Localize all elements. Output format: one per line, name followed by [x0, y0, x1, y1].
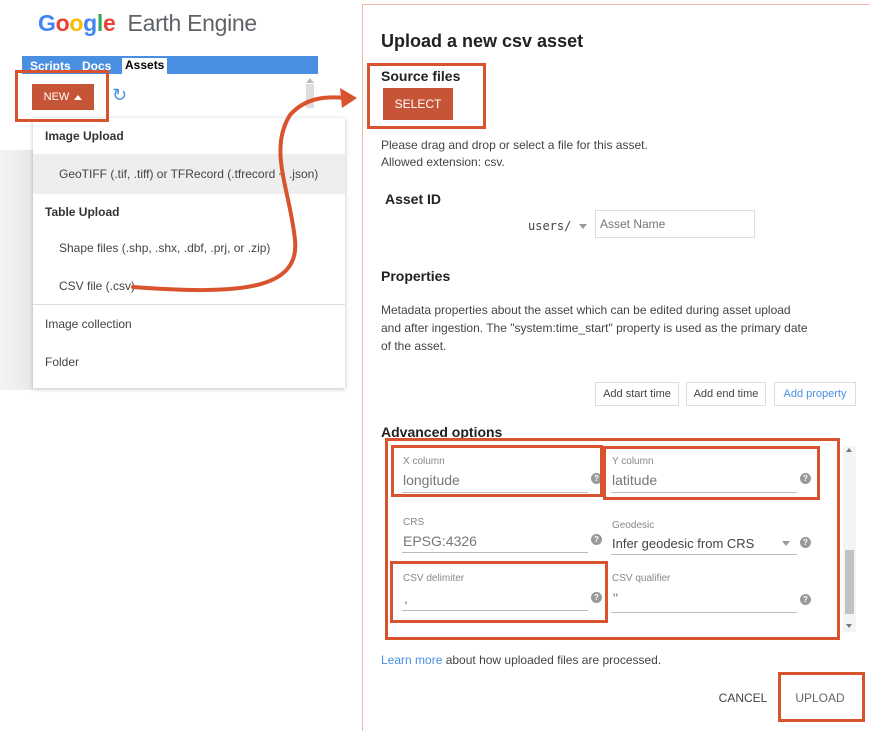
x-column-label: X column — [403, 456, 445, 467]
google-wordmark: Google — [38, 10, 116, 36]
x-column-input[interactable]: longitude — [403, 472, 460, 488]
csv-qualifier-label: CSV qualifier — [612, 573, 671, 584]
menu-divider — [33, 304, 345, 305]
menu-header-table-upload: Table Upload — [45, 205, 120, 219]
scrollbar-thumb[interactable] — [845, 550, 854, 614]
menu-item-shape-files[interactable]: Shape files (.shp, .shx, .dbf, .prj, or … — [33, 238, 345, 258]
y-column-input[interactable]: latitude — [612, 472, 657, 488]
help-icon[interactable]: ? — [800, 537, 811, 548]
csv-qualifier-input[interactable]: " — [613, 590, 618, 606]
tab-assets[interactable]: Assets — [122, 58, 168, 74]
help-icon[interactable]: ? — [800, 473, 811, 484]
upload-button[interactable]: UPLOAD — [790, 688, 850, 708]
add-property-button[interactable]: Add property — [774, 382, 856, 406]
scroll-down-icon[interactable] — [846, 624, 852, 628]
chevron-down-icon[interactable] — [782, 541, 790, 546]
background-panel — [0, 150, 33, 390]
add-end-time-button[interactable]: Add end time — [686, 382, 766, 406]
new-button-label: NEW — [43, 91, 70, 103]
learn-more-text: Learn more about how uploaded files are … — [381, 653, 661, 667]
csv-delimiter-underline — [402, 610, 588, 611]
tab-scripts[interactable]: Scripts — [30, 59, 71, 73]
y-column-label: Y column — [612, 456, 654, 467]
properties-description-line-3: of the asset. — [381, 339, 447, 353]
assets-scrollbar[interactable] — [306, 78, 314, 108]
csv-qualifier-underline — [611, 612, 797, 613]
caret-up-icon — [74, 94, 83, 100]
properties-description-line-1: Metadata properties about the asset whic… — [381, 303, 791, 317]
google-earth-engine-logo: Google Earth Engine — [38, 10, 257, 37]
new-asset-button[interactable]: NEW — [32, 84, 94, 110]
panel-tabs: Scripts Docs Assets — [22, 56, 318, 74]
help-icon[interactable]: ? — [800, 594, 811, 605]
scroll-up-icon[interactable] — [846, 448, 852, 452]
new-asset-menu: Image Upload GeoTIFF (.tif, .tiff) or TF… — [33, 118, 345, 388]
y-column-underline — [611, 492, 797, 493]
cancel-button[interactable]: CANCEL — [714, 688, 772, 708]
learn-more-link[interactable]: Learn more — [381, 653, 442, 667]
geodesic-label: Geodesic — [612, 520, 655, 531]
tab-docs[interactable]: Docs — [82, 59, 111, 73]
csv-delimiter-input[interactable]: , — [404, 590, 408, 606]
menu-header-image-upload: Image Upload — [45, 129, 124, 143]
source-files-heading: Source files — [381, 68, 461, 84]
menu-item-csv-file[interactable]: CSV file (.csv) — [33, 276, 345, 296]
dialog-title: Upload a new csv asset — [381, 31, 584, 51]
asset-prefix-select[interactable]: users/ — [528, 219, 571, 233]
menu-item-image-collection[interactable]: Image collection — [33, 314, 345, 334]
x-column-underline — [402, 492, 588, 493]
menu-item-folder[interactable]: Folder — [33, 352, 345, 372]
chevron-down-icon[interactable] — [579, 224, 587, 229]
properties-description-line-2: and after ingestion. The "system:time_st… — [381, 321, 808, 335]
crs-input[interactable]: EPSG:4326 — [403, 533, 477, 549]
product-name: Earth Engine — [127, 10, 258, 36]
learn-more-rest: about how uploaded files are processed. — [442, 653, 662, 667]
help-icon[interactable]: ? — [591, 473, 602, 484]
csv-delimiter-label: CSV delimiter — [403, 573, 465, 584]
advanced-options-scrollbar[interactable] — [843, 446, 856, 632]
asset-name-input[interactable] — [595, 210, 755, 238]
asset-id-heading: Asset ID — [385, 191, 442, 207]
geodesic-underline — [611, 554, 797, 555]
help-icon[interactable]: ? — [591, 592, 602, 603]
menu-item-geotiff[interactable]: GeoTIFF (.tif, .tiff) or TFRecord (.tfre… — [33, 154, 345, 194]
refresh-icon[interactable]: ↻ — [112, 86, 128, 104]
add-start-time-button[interactable]: Add start time — [595, 382, 679, 406]
crs-underline — [402, 552, 588, 553]
drag-drop-text: Please drag and drop or select a file fo… — [381, 138, 648, 152]
allowed-extension-text: Allowed extension: csv. — [381, 155, 505, 169]
help-icon[interactable]: ? — [591, 534, 602, 545]
select-file-button[interactable]: SELECT — [383, 88, 453, 120]
properties-heading: Properties — [381, 268, 451, 284]
crs-label: CRS — [403, 517, 425, 528]
geodesic-select[interactable]: Infer geodesic from CRS — [612, 536, 754, 551]
advanced-options-heading: Advanced options — [381, 424, 503, 440]
